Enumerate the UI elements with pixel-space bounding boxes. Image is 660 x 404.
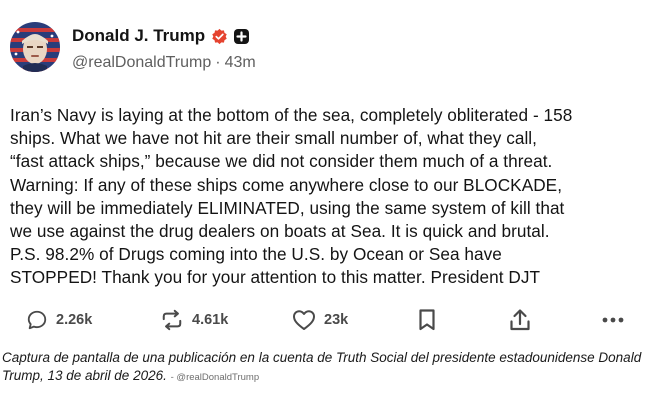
author-handle[interactable]: @realDonaldTrump: [72, 54, 211, 72]
more-options-button[interactable]: [601, 304, 625, 336]
verified-badge-icon: [211, 28, 228, 45]
image-caption: Captura de pantalla de una publicación e…: [2, 349, 642, 387]
author-name-row: Donald J. Trump: [72, 24, 250, 48]
avatar[interactable]: [10, 22, 60, 72]
more-icon: [601, 316, 625, 324]
post-timestamp[interactable]: 43m: [225, 54, 256, 72]
share-icon: [509, 308, 531, 332]
reply-count: 2.26k: [56, 312, 93, 328]
caption-text: Captura de pantalla de una publicación e…: [2, 350, 642, 383]
like-button[interactable]: 23k: [292, 304, 348, 336]
post-action-bar: 2.26k 4.61k 23k: [0, 304, 650, 336]
reply-button[interactable]: 2.26k: [26, 304, 92, 336]
retruth-button[interactable]: 4.61k: [160, 304, 228, 336]
truth-post: Donald J. Trump @realDonaldTrump · 43m I…: [0, 0, 650, 340]
retruth-icon: [160, 309, 184, 331]
reply-icon: [26, 309, 48, 331]
post-body-text: Iran’s Navy is laying at the bottom of t…: [10, 105, 573, 288]
retruth-count: 4.61k: [192, 312, 229, 328]
bookmark-button[interactable]: [417, 304, 437, 336]
author-handle-row: @realDonaldTrump · 43m: [72, 52, 256, 74]
time-separator: ·: [215, 54, 221, 71]
author-display-name[interactable]: Donald J. Trump: [72, 26, 205, 46]
share-button[interactable]: [509, 304, 531, 336]
caption-credit: - @realDonaldTrump: [170, 372, 260, 383]
plus-badge-icon: [234, 28, 250, 44]
like-count: 23k: [324, 312, 349, 328]
bookmark-icon: [417, 308, 437, 332]
heart-icon: [292, 309, 316, 331]
